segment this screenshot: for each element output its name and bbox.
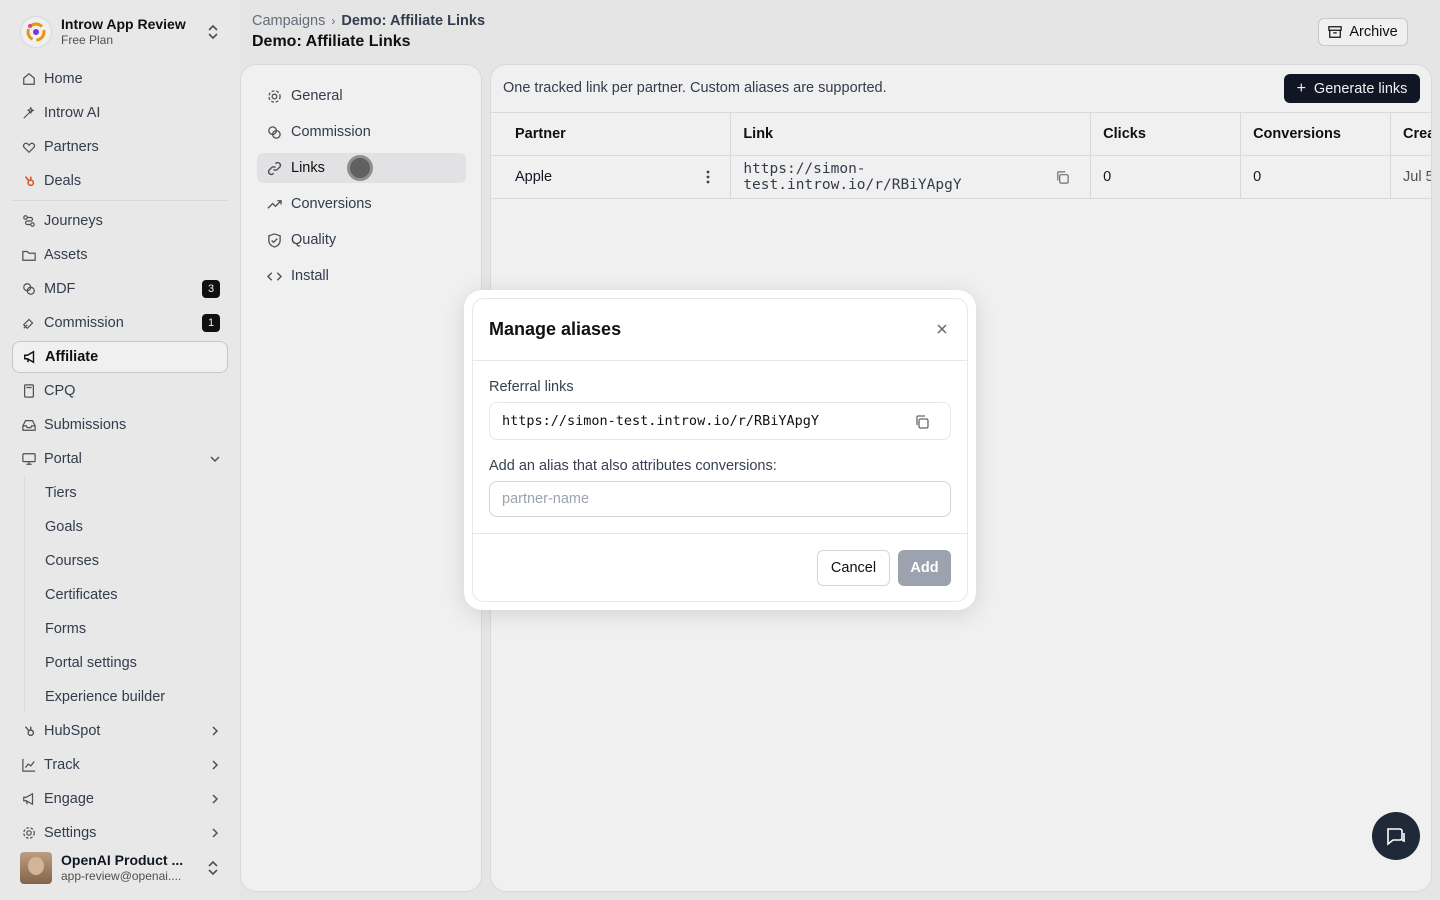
close-icon[interactable] (935, 322, 949, 336)
referral-link-field: https://simon-test.introw.io/r/RBiYApgY (489, 402, 951, 440)
dialog-divider (473, 360, 967, 361)
referral-links-label: Referral links (489, 379, 574, 395)
chat-button[interactable] (1372, 812, 1420, 860)
alias-input[interactable] (489, 481, 951, 517)
dialog-divider (473, 533, 967, 534)
add-button[interactable]: Add (898, 550, 951, 586)
copy-icon[interactable] (914, 414, 930, 430)
manage-aliases-dialog: Manage aliases Referral links https://si… (464, 290, 976, 610)
cancel-button[interactable]: Cancel (817, 550, 890, 586)
dialog-title: Manage aliases (489, 319, 622, 339)
chat-icon (1387, 828, 1405, 846)
dialog-card: Manage aliases Referral links https://si… (472, 298, 968, 602)
referral-link-url: https://simon-test.introw.io/r/RBiYApgY (502, 413, 819, 429)
alias-label: Add an alias that also attributes conver… (489, 458, 777, 474)
